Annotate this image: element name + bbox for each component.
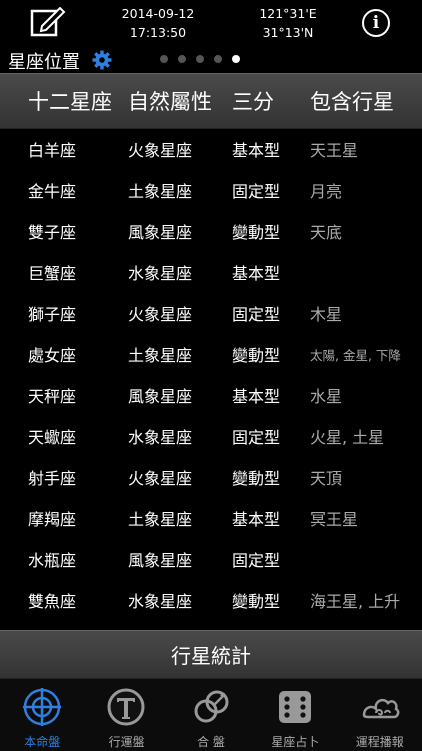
planets-cell: 天頂 bbox=[310, 469, 343, 488]
planets-cell: 冥王星 bbox=[310, 510, 359, 529]
table-row[interactable]: 天秤座 風象星座 基本型 水星 bbox=[0, 373, 422, 414]
table-header: 十二星座 自然屬性 三分 包含行星 bbox=[0, 73, 422, 129]
sign-cell: 射手座 bbox=[28, 469, 77, 488]
planet-stats-button[interactable]: 行星統計 bbox=[0, 630, 422, 678]
planets-cell: 月亮 bbox=[310, 182, 343, 201]
element-cell: 水象星座 bbox=[128, 264, 193, 283]
planets-cell: 海王星, 上升 bbox=[310, 592, 401, 611]
page-dot[interactable] bbox=[178, 55, 186, 63]
top-bar: 2014-09-12 17:13:50 121°31'E 31°13'N i bbox=[0, 0, 422, 46]
table-row[interactable]: 獅子座 火象星座 固定型 木星 bbox=[0, 291, 422, 332]
page-indicator[interactable] bbox=[160, 55, 240, 63]
sign-cell: 雙魚座 bbox=[28, 592, 77, 611]
column-header-element: 自然屬性 bbox=[128, 90, 212, 114]
crosshair-icon bbox=[23, 688, 61, 726]
modality-cell: 變動型 bbox=[232, 469, 281, 488]
element-cell: 水象星座 bbox=[128, 428, 193, 447]
modality-cell: 變動型 bbox=[232, 223, 281, 242]
sign-cell: 金牛座 bbox=[28, 182, 77, 201]
element-cell: 土象星座 bbox=[128, 346, 193, 365]
gear-icon[interactable] bbox=[92, 50, 112, 70]
info-icon: i bbox=[372, 13, 380, 33]
info-button[interactable]: i bbox=[362, 9, 390, 37]
planets-cell: 火星, 土星 bbox=[310, 428, 385, 447]
tab-synastry-chart[interactable]: 合 盤 bbox=[169, 679, 253, 751]
tab-label: 合 盤 bbox=[197, 735, 225, 749]
table-row[interactable]: 金牛座 土象星座 固定型 月亮 bbox=[0, 168, 422, 209]
table-row[interactable]: 水瓶座 風象星座 固定型 bbox=[0, 537, 422, 578]
t-circle-icon bbox=[107, 688, 145, 726]
table-row[interactable]: 處女座 土象星座 變動型 太陽, 金星, 下降 bbox=[0, 332, 422, 373]
planets-cell: 天底 bbox=[310, 223, 343, 242]
column-header-sign: 十二星座 bbox=[28, 90, 112, 114]
date-readout: 2014-09-12 bbox=[121, 6, 195, 21]
linked-circles-icon bbox=[194, 690, 229, 723]
dice-icon bbox=[279, 691, 312, 723]
cloud-swirl-icon bbox=[362, 698, 399, 719]
table-row[interactable]: 天蠍座 水象星座 固定型 火星, 土星 bbox=[0, 414, 422, 455]
longitude-readout: 121°31'E bbox=[259, 6, 317, 21]
sign-cell: 天蠍座 bbox=[28, 428, 77, 447]
tab-label: 本命盤 bbox=[24, 735, 61, 749]
planets-cell: 天王星 bbox=[310, 141, 359, 160]
modality-cell: 固定型 bbox=[232, 551, 281, 570]
sign-cell: 白羊座 bbox=[28, 141, 77, 160]
tab-label: 星座占卜 bbox=[271, 735, 320, 749]
table-row[interactable]: 射手座 火象星座 變動型 天頂 bbox=[0, 455, 422, 496]
planets-cell: 太陽, 金星, 下降 bbox=[310, 348, 401, 363]
modality-cell: 固定型 bbox=[232, 428, 281, 447]
sign-cell: 獅子座 bbox=[28, 305, 77, 324]
element-cell: 火象星座 bbox=[128, 469, 193, 488]
element-cell: 土象星座 bbox=[128, 510, 193, 529]
planets-cell: 木星 bbox=[310, 305, 343, 324]
tab-astro-divination[interactable]: 星座占卜 bbox=[253, 679, 337, 751]
tab-bar: 本命盤 行運盤 合 盤 星座占卜 運程播報 bbox=[0, 678, 422, 751]
tab-fortune-report[interactable]: 運程播報 bbox=[338, 679, 422, 751]
sign-cell: 雙子座 bbox=[28, 223, 77, 242]
tab-label: 運程播報 bbox=[355, 735, 404, 749]
sign-cell: 摩羯座 bbox=[28, 510, 77, 529]
element-cell: 風象星座 bbox=[128, 223, 193, 242]
element-cell: 風象星座 bbox=[128, 551, 193, 570]
time-readout: 17:13:50 bbox=[129, 25, 187, 40]
tab-natal-chart[interactable]: 本命盤 bbox=[0, 679, 84, 751]
planet-stats-label: 行星統計 bbox=[171, 644, 251, 668]
tab-transit-chart[interactable]: 行運盤 bbox=[84, 679, 168, 751]
latitude-readout: 31°13'N bbox=[262, 25, 314, 40]
element-cell: 風象星座 bbox=[128, 387, 193, 406]
modality-cell: 基本型 bbox=[232, 264, 281, 283]
table-row[interactable]: 白羊座 火象星座 基本型 天王星 bbox=[0, 127, 422, 168]
table-row[interactable]: 雙魚座 水象星座 變動型 海王星, 上升 bbox=[0, 578, 422, 619]
modality-cell: 基本型 bbox=[232, 387, 281, 406]
table-row[interactable]: 雙子座 風象星座 變動型 天底 bbox=[0, 209, 422, 250]
page-dot-active[interactable] bbox=[232, 55, 240, 63]
element-cell: 水象星座 bbox=[128, 592, 193, 611]
page-dot[interactable] bbox=[214, 55, 222, 63]
column-header-planets: 包含行星 bbox=[310, 90, 394, 114]
table-row[interactable]: 巨蟹座 水象星座 基本型 bbox=[0, 250, 422, 291]
modality-cell: 固定型 bbox=[232, 182, 281, 201]
sign-cell: 巨蟹座 bbox=[28, 264, 77, 283]
edit-icon[interactable] bbox=[30, 7, 66, 37]
column-header-modality: 三分 bbox=[232, 90, 274, 114]
sign-cell: 天秤座 bbox=[28, 387, 77, 406]
tab-label: 行運盤 bbox=[108, 735, 145, 749]
element-cell: 火象星座 bbox=[128, 305, 193, 324]
modality-cell: 基本型 bbox=[232, 510, 281, 529]
sign-table: 白羊座 火象星座 基本型 天王星 金牛座 土象星座 固定型 月亮 雙子座 風象星… bbox=[0, 127, 422, 619]
modality-cell: 基本型 bbox=[232, 141, 281, 160]
modality-cell: 固定型 bbox=[232, 305, 281, 324]
table-row[interactable]: 摩羯座 土象星座 基本型 冥王星 bbox=[0, 496, 422, 537]
element-cell: 火象星座 bbox=[128, 141, 193, 160]
modality-cell: 變動型 bbox=[232, 592, 281, 611]
modality-cell: 變動型 bbox=[232, 346, 281, 365]
page-dot[interactable] bbox=[160, 55, 168, 63]
element-cell: 土象星座 bbox=[128, 182, 193, 201]
sign-cell: 處女座 bbox=[28, 346, 77, 365]
planets-cell: 水星 bbox=[310, 387, 343, 406]
sign-cell: 水瓶座 bbox=[28, 551, 77, 570]
section-title: 星座位置 bbox=[8, 52, 80, 73]
page-dot[interactable] bbox=[196, 55, 204, 63]
